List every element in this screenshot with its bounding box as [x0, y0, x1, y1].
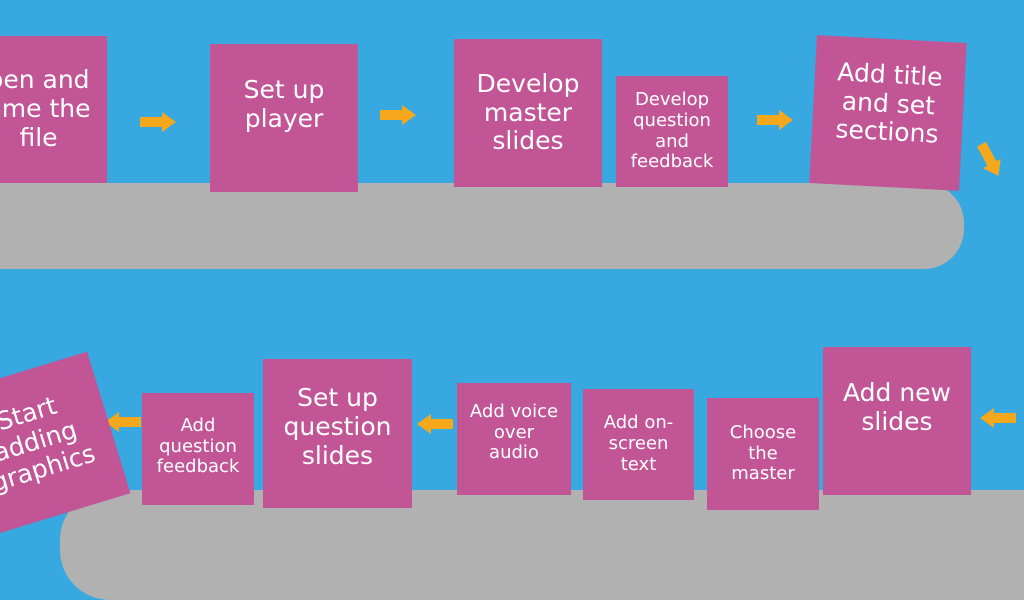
arrow-right-icon	[757, 110, 793, 130]
step-label: Start adding graphics	[0, 390, 99, 498]
step-open-and-name-file: pen and ame the file	[0, 36, 107, 183]
step-label: Set up player	[243, 75, 325, 133]
arrow-left-icon	[417, 414, 453, 434]
arrow-right-icon	[380, 105, 416, 125]
process-track-top	[0, 183, 964, 269]
step-set-up-player: Set up player	[210, 44, 358, 192]
step-add-on-screen-text: Add on- screen text	[583, 389, 694, 500]
arrow-left-icon	[980, 408, 1016, 428]
step-develop-question-and-feedback: Develop question and feedback	[616, 76, 728, 187]
step-label: Add title and set sections	[834, 57, 944, 150]
step-label: Add on- screen text	[603, 412, 674, 475]
step-add-voice-over-audio: Add voice over audio	[457, 383, 571, 495]
step-label: Add voice over audio	[469, 400, 559, 464]
process-track-bottom	[60, 490, 1024, 600]
step-add-new-slides: Add new slides	[823, 347, 971, 495]
arrow-down-right-icon	[973, 139, 1008, 180]
step-label: Set up question slides	[283, 383, 392, 470]
step-add-title-and-set-sections: Add title and set sections	[809, 35, 967, 191]
step-label: pen and ame the file	[0, 65, 91, 152]
step-label: Develop master slides	[476, 68, 580, 156]
step-label: Add question feedback	[156, 414, 240, 478]
step-label: Add new slides	[842, 378, 952, 436]
step-add-question-feedback: Add question feedback	[142, 393, 254, 505]
step-choose-the-master: Choose the master	[707, 398, 819, 510]
step-develop-master-slides: Develop master slides	[454, 39, 602, 187]
step-set-up-question-slides: Set up question slides	[263, 359, 412, 508]
arrow-right-icon	[140, 112, 176, 132]
step-label: Develop question and feedback	[630, 89, 714, 173]
step-label: Choose the master	[729, 421, 797, 485]
